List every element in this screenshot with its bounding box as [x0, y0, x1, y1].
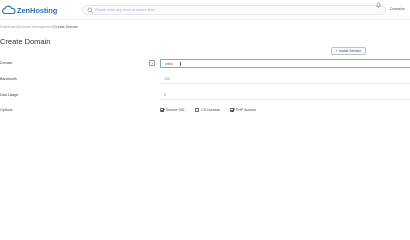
- domain-input[interactable]: willis: [160, 59, 410, 68]
- bandwidth-field[interactable]: 100: [160, 75, 410, 84]
- option-php-access[interactable]: PHP Access: [229, 108, 256, 112]
- search-placeholder: Please enter any word or search term: [95, 8, 155, 12]
- account-menu[interactable]: Domains: [390, 7, 405, 11]
- cloud-icon: [2, 5, 16, 15]
- install-service-button[interactable]: + Install Service: [331, 47, 366, 55]
- help-icon[interactable]: ?: [149, 60, 155, 66]
- option-secure-ssl[interactable]: Secure SSL: [160, 108, 185, 112]
- disk-usage-label: Disk Usage: [0, 93, 19, 97]
- disk-usage-field[interactable]: 0: [160, 91, 410, 100]
- options-label: Options: [0, 108, 13, 112]
- domain-label: Domain: [0, 61, 13, 65]
- install-service-label: Install Service: [338, 49, 362, 53]
- breadcrumb-domain-management[interactable]: Domain Management: [19, 25, 53, 29]
- search-input[interactable]: Please enter any word or search term: [82, 5, 386, 15]
- disk-usage-value: 0: [164, 93, 166, 97]
- options-group: Secure SSL CGI Access PHP Access: [160, 106, 266, 114]
- top-bar: ZenHosting Please enter any word or sear…: [0, 0, 410, 20]
- text-cursor: [180, 62, 181, 66]
- plus-icon: +: [335, 49, 338, 53]
- bandwidth-value: 100: [164, 77, 170, 81]
- secure-ssl-checkbox[interactable]: [160, 108, 164, 112]
- logo[interactable]: ZenHosting: [2, 4, 57, 16]
- php-access-checkbox[interactable]: [229, 108, 234, 112]
- cgi-access-checkbox[interactable]: [195, 108, 200, 112]
- search-icon: [87, 7, 94, 14]
- bell-icon[interactable]: [376, 2, 381, 8]
- breadcrumb: Dashboard/Domain Management/Create Domai…: [0, 25, 78, 29]
- php-access-label: PHP Access: [235, 108, 256, 112]
- breadcrumb-create-domain: Create Domain: [53, 25, 79, 29]
- option-cgi-access[interactable]: CGI Access: [195, 108, 220, 112]
- page-title: Create Domain: [0, 37, 51, 46]
- logo-text: ZenHosting: [17, 5, 58, 15]
- breadcrumb-dashboard[interactable]: Dashboard: [0, 25, 18, 29]
- bandwidth-label: Bandwidth: [0, 77, 17, 81]
- domain-value: willis: [165, 62, 173, 66]
- cgi-access-label: CGI Access: [201, 108, 220, 112]
- secure-ssl-label: Secure SSL: [166, 108, 186, 112]
